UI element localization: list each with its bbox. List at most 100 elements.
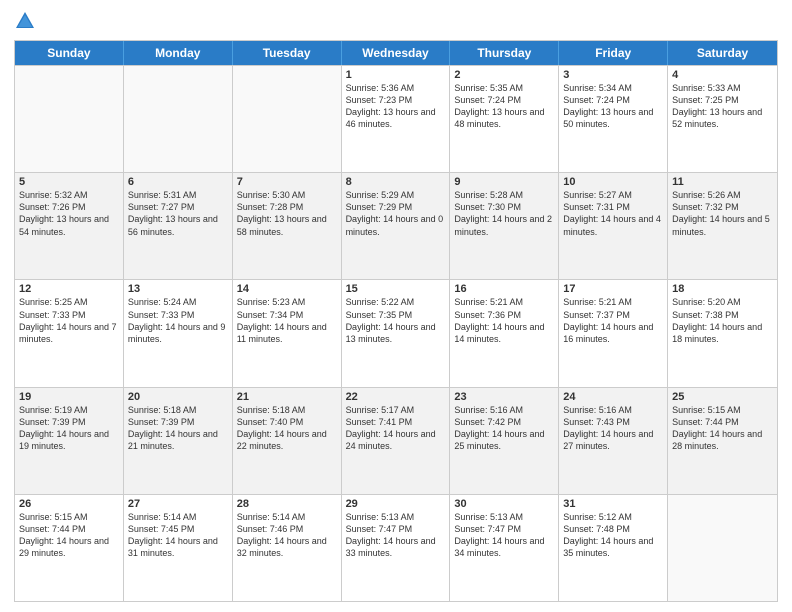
- day-number: 22: [346, 391, 446, 403]
- day-info: Sunrise: 5:18 AM Sunset: 7:40 PM Dayligh…: [237, 404, 337, 453]
- calendar-row-1: 5Sunrise: 5:32 AM Sunset: 7:26 PM Daylig…: [15, 172, 777, 279]
- day-number: 29: [346, 498, 446, 510]
- day-cell-3: 3Sunrise: 5:34 AM Sunset: 7:24 PM Daylig…: [559, 66, 668, 172]
- day-cell-14: 14Sunrise: 5:23 AM Sunset: 7:34 PM Dayli…: [233, 280, 342, 386]
- header-day-friday: Friday: [559, 41, 668, 65]
- calendar-header: SundayMondayTuesdayWednesdayThursdayFrid…: [15, 41, 777, 65]
- day-info: Sunrise: 5:32 AM Sunset: 7:26 PM Dayligh…: [19, 189, 119, 238]
- day-info: Sunrise: 5:26 AM Sunset: 7:32 PM Dayligh…: [672, 189, 773, 238]
- day-info: Sunrise: 5:25 AM Sunset: 7:33 PM Dayligh…: [19, 296, 119, 345]
- day-number: 7: [237, 176, 337, 188]
- day-number: 2: [454, 69, 554, 81]
- day-number: 3: [563, 69, 663, 81]
- day-info: Sunrise: 5:15 AM Sunset: 7:44 PM Dayligh…: [19, 511, 119, 560]
- day-number: 26: [19, 498, 119, 510]
- day-number: 20: [128, 391, 228, 403]
- day-cell-10: 10Sunrise: 5:27 AM Sunset: 7:31 PM Dayli…: [559, 173, 668, 279]
- day-info: Sunrise: 5:27 AM Sunset: 7:31 PM Dayligh…: [563, 189, 663, 238]
- day-info: Sunrise: 5:13 AM Sunset: 7:47 PM Dayligh…: [454, 511, 554, 560]
- calendar-row-3: 19Sunrise: 5:19 AM Sunset: 7:39 PM Dayli…: [15, 387, 777, 494]
- day-info: Sunrise: 5:20 AM Sunset: 7:38 PM Dayligh…: [672, 296, 773, 345]
- day-info: Sunrise: 5:30 AM Sunset: 7:28 PM Dayligh…: [237, 189, 337, 238]
- day-cell-13: 13Sunrise: 5:24 AM Sunset: 7:33 PM Dayli…: [124, 280, 233, 386]
- day-number: 12: [19, 283, 119, 295]
- header-day-tuesday: Tuesday: [233, 41, 342, 65]
- day-number: 1: [346, 69, 446, 81]
- logo: [14, 10, 39, 32]
- day-info: Sunrise: 5:28 AM Sunset: 7:30 PM Dayligh…: [454, 189, 554, 238]
- header-day-monday: Monday: [124, 41, 233, 65]
- header-day-saturday: Saturday: [668, 41, 777, 65]
- day-cell-23: 23Sunrise: 5:16 AM Sunset: 7:42 PM Dayli…: [450, 388, 559, 494]
- day-cell-7: 7Sunrise: 5:30 AM Sunset: 7:28 PM Daylig…: [233, 173, 342, 279]
- calendar-row-2: 12Sunrise: 5:25 AM Sunset: 7:33 PM Dayli…: [15, 279, 777, 386]
- calendar-body: 1Sunrise: 5:36 AM Sunset: 7:23 PM Daylig…: [15, 65, 777, 601]
- empty-cell-0-2: [233, 66, 342, 172]
- day-info: Sunrise: 5:34 AM Sunset: 7:24 PM Dayligh…: [563, 82, 663, 131]
- day-cell-5: 5Sunrise: 5:32 AM Sunset: 7:26 PM Daylig…: [15, 173, 124, 279]
- day-info: Sunrise: 5:24 AM Sunset: 7:33 PM Dayligh…: [128, 296, 228, 345]
- page: SundayMondayTuesdayWednesdayThursdayFrid…: [0, 0, 792, 612]
- day-info: Sunrise: 5:21 AM Sunset: 7:36 PM Dayligh…: [454, 296, 554, 345]
- day-info: Sunrise: 5:14 AM Sunset: 7:45 PM Dayligh…: [128, 511, 228, 560]
- day-cell-21: 21Sunrise: 5:18 AM Sunset: 7:40 PM Dayli…: [233, 388, 342, 494]
- day-number: 5: [19, 176, 119, 188]
- calendar-row-4: 26Sunrise: 5:15 AM Sunset: 7:44 PM Dayli…: [15, 494, 777, 601]
- header: [14, 10, 778, 32]
- day-number: 8: [346, 176, 446, 188]
- day-number: 16: [454, 283, 554, 295]
- day-info: Sunrise: 5:18 AM Sunset: 7:39 PM Dayligh…: [128, 404, 228, 453]
- day-number: 18: [672, 283, 773, 295]
- day-cell-2: 2Sunrise: 5:35 AM Sunset: 7:24 PM Daylig…: [450, 66, 559, 172]
- day-number: 24: [563, 391, 663, 403]
- empty-cell-0-1: [124, 66, 233, 172]
- day-number: 30: [454, 498, 554, 510]
- day-number: 21: [237, 391, 337, 403]
- day-cell-8: 8Sunrise: 5:29 AM Sunset: 7:29 PM Daylig…: [342, 173, 451, 279]
- day-info: Sunrise: 5:21 AM Sunset: 7:37 PM Dayligh…: [563, 296, 663, 345]
- empty-cell-0-0: [15, 66, 124, 172]
- day-number: 17: [563, 283, 663, 295]
- day-info: Sunrise: 5:31 AM Sunset: 7:27 PM Dayligh…: [128, 189, 228, 238]
- day-number: 10: [563, 176, 663, 188]
- day-info: Sunrise: 5:15 AM Sunset: 7:44 PM Dayligh…: [672, 404, 773, 453]
- day-cell-28: 28Sunrise: 5:14 AM Sunset: 7:46 PM Dayli…: [233, 495, 342, 601]
- logo-icon: [14, 10, 36, 32]
- empty-cell-4-6: [668, 495, 777, 601]
- day-info: Sunrise: 5:23 AM Sunset: 7:34 PM Dayligh…: [237, 296, 337, 345]
- day-number: 13: [128, 283, 228, 295]
- day-cell-4: 4Sunrise: 5:33 AM Sunset: 7:25 PM Daylig…: [668, 66, 777, 172]
- day-cell-1: 1Sunrise: 5:36 AM Sunset: 7:23 PM Daylig…: [342, 66, 451, 172]
- day-info: Sunrise: 5:14 AM Sunset: 7:46 PM Dayligh…: [237, 511, 337, 560]
- day-cell-31: 31Sunrise: 5:12 AM Sunset: 7:48 PM Dayli…: [559, 495, 668, 601]
- day-cell-30: 30Sunrise: 5:13 AM Sunset: 7:47 PM Dayli…: [450, 495, 559, 601]
- day-cell-12: 12Sunrise: 5:25 AM Sunset: 7:33 PM Dayli…: [15, 280, 124, 386]
- day-info: Sunrise: 5:19 AM Sunset: 7:39 PM Dayligh…: [19, 404, 119, 453]
- day-number: 25: [672, 391, 773, 403]
- day-number: 23: [454, 391, 554, 403]
- header-day-sunday: Sunday: [15, 41, 124, 65]
- day-cell-27: 27Sunrise: 5:14 AM Sunset: 7:45 PM Dayli…: [124, 495, 233, 601]
- day-cell-20: 20Sunrise: 5:18 AM Sunset: 7:39 PM Dayli…: [124, 388, 233, 494]
- day-info: Sunrise: 5:35 AM Sunset: 7:24 PM Dayligh…: [454, 82, 554, 131]
- day-cell-11: 11Sunrise: 5:26 AM Sunset: 7:32 PM Dayli…: [668, 173, 777, 279]
- header-day-wednesday: Wednesday: [342, 41, 451, 65]
- day-info: Sunrise: 5:17 AM Sunset: 7:41 PM Dayligh…: [346, 404, 446, 453]
- day-number: 15: [346, 283, 446, 295]
- day-cell-18: 18Sunrise: 5:20 AM Sunset: 7:38 PM Dayli…: [668, 280, 777, 386]
- day-number: 9: [454, 176, 554, 188]
- day-cell-9: 9Sunrise: 5:28 AM Sunset: 7:30 PM Daylig…: [450, 173, 559, 279]
- day-number: 4: [672, 69, 773, 81]
- day-info: Sunrise: 5:12 AM Sunset: 7:48 PM Dayligh…: [563, 511, 663, 560]
- day-cell-16: 16Sunrise: 5:21 AM Sunset: 7:36 PM Dayli…: [450, 280, 559, 386]
- day-info: Sunrise: 5:33 AM Sunset: 7:25 PM Dayligh…: [672, 82, 773, 131]
- day-cell-25: 25Sunrise: 5:15 AM Sunset: 7:44 PM Dayli…: [668, 388, 777, 494]
- header-day-thursday: Thursday: [450, 41, 559, 65]
- day-cell-22: 22Sunrise: 5:17 AM Sunset: 7:41 PM Dayli…: [342, 388, 451, 494]
- day-number: 14: [237, 283, 337, 295]
- day-number: 27: [128, 498, 228, 510]
- day-cell-26: 26Sunrise: 5:15 AM Sunset: 7:44 PM Dayli…: [15, 495, 124, 601]
- day-info: Sunrise: 5:16 AM Sunset: 7:43 PM Dayligh…: [563, 404, 663, 453]
- day-info: Sunrise: 5:29 AM Sunset: 7:29 PM Dayligh…: [346, 189, 446, 238]
- day-number: 11: [672, 176, 773, 188]
